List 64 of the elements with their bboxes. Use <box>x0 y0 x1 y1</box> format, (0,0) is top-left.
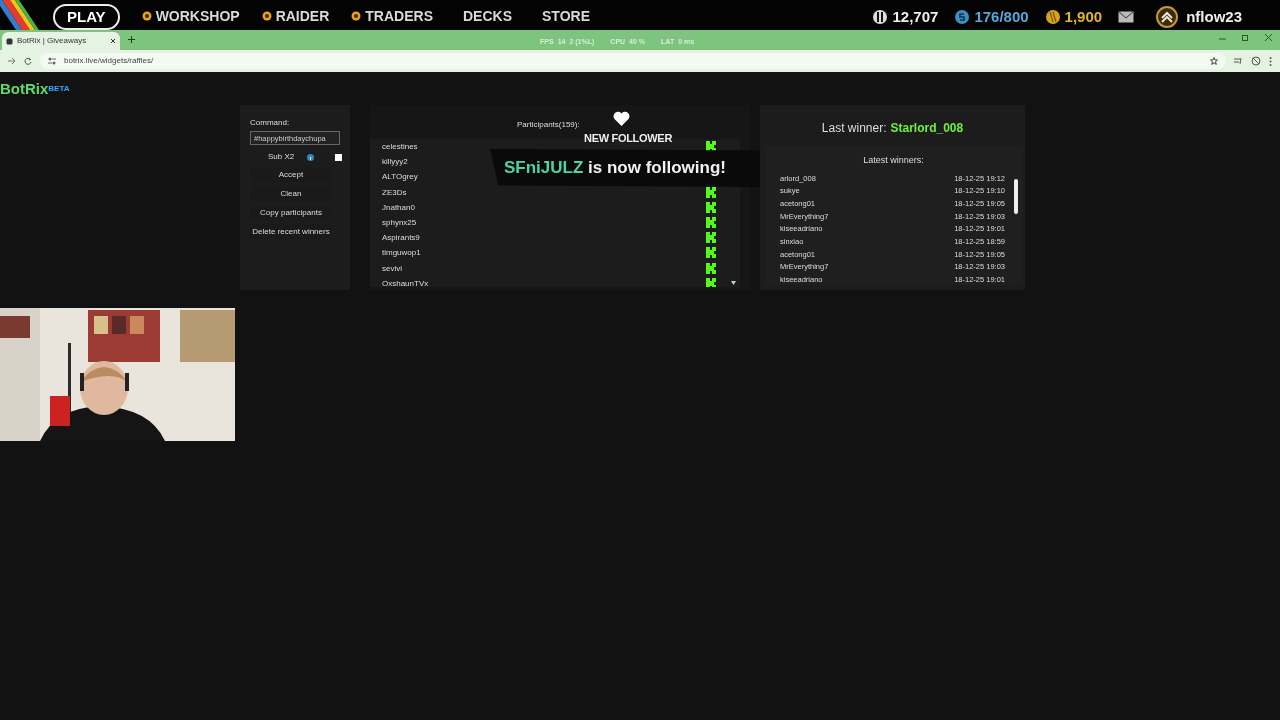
site-icon <box>6 37 13 45</box>
nav-link[interactable]: RAIDER <box>275 6 330 26</box>
command-label: Command: <box>250 117 290 129</box>
checkbox[interactable] <box>335 153 342 161</box>
site-settings-icon <box>48 57 56 65</box>
nav-link[interactable]: STORE <box>542 6 590 26</box>
last-winner-label: Last winner: <box>821 120 887 137</box>
star-icon[interactable] <box>1210 57 1218 65</box>
kick-icon <box>706 217 716 229</box>
url-text: botrix.live/widgets/raffles/ <box>64 55 154 67</box>
nav-link[interactable]: WORKSHOP <box>155 6 240 26</box>
kick-icon <box>706 232 716 244</box>
kick-icon <box>706 186 716 198</box>
sub-label: Sub X2 <box>268 151 295 163</box>
currency-amount: 176/800 <box>974 7 1029 27</box>
nav-link[interactable]: DECKS <box>463 6 512 26</box>
scroll-arrow-icon <box>731 281 736 285</box>
kick-icon <box>706 247 716 259</box>
heart-icon <box>613 111 630 126</box>
dot-icon <box>141 11 152 21</box>
last-winner-name[interactable]: Starlord_008 <box>890 119 964 137</box>
participant-name[interactable]: ZE3Ds <box>382 184 407 200</box>
kick-icon <box>706 262 716 274</box>
username[interactable]: nflow23 <box>1186 6 1242 29</box>
participant-name[interactable]: timguwop1 <box>382 245 421 261</box>
address-bar[interactable]: botrix.live/widgets/raffles/ <box>40 53 1226 69</box>
participants-title: Participants(159): <box>517 119 580 131</box>
participant-name[interactable]: ALTOgrey <box>382 169 418 185</box>
participant-name[interactable]: celestines <box>382 139 418 155</box>
kick-icon <box>706 201 716 213</box>
blocked-icon[interactable] <box>1251 56 1261 66</box>
follow-message: is now following! <box>588 158 726 177</box>
currency-amount: 12,707 <box>892 7 939 27</box>
restore-icon[interactable] <box>1242 34 1249 41</box>
info-icon <box>307 153 315 161</box>
browser-tab[interactable]: BotRix | Giveaways <box>2 32 120 50</box>
mail-icon[interactable] <box>1118 11 1135 24</box>
participant-name[interactable]: Aspirants9 <box>382 230 420 246</box>
scrollbar-thumb[interactable] <box>1014 179 1018 214</box>
stripes-logo <box>0 0 40 30</box>
currency-amount: 1,900 <box>1064 7 1103 27</box>
participant-name[interactable]: sphynx25 <box>382 214 417 231</box>
reload-icon[interactable] <box>24 57 32 65</box>
new-tab-icon[interactable] <box>128 36 135 43</box>
token-icon <box>954 9 971 26</box>
notification-heading: NEW FOLLOWER <box>584 131 673 146</box>
dot-icon <box>351 11 362 21</box>
rank-badge-icon[interactable] <box>1156 6 1179 29</box>
forward-icon[interactable] <box>8 57 16 65</box>
tab-title: BotRix | Giveaways <box>17 35 87 47</box>
coin-icon <box>872 9 889 26</box>
participant-name[interactable]: Jnathan0 <box>382 199 415 215</box>
kick-icon <box>706 277 716 287</box>
striped-coin-icon <box>1044 9 1061 26</box>
menu-icon[interactable] <box>1269 56 1272 66</box>
participant-name[interactable]: killyyy2 <box>382 154 408 170</box>
follower-name: SFniJULZ <box>504 158 584 177</box>
extension-icon[interactable] <box>1234 57 1243 65</box>
close-icon[interactable] <box>110 38 116 44</box>
nav-link[interactable]: TRADERS <box>365 6 433 26</box>
dot-icon <box>261 11 272 21</box>
latest-winners-title: Latest winners: <box>862 154 925 167</box>
participant-name[interactable]: OxshaunTVx <box>382 275 429 287</box>
participant-name[interactable]: sevivi <box>382 260 402 276</box>
